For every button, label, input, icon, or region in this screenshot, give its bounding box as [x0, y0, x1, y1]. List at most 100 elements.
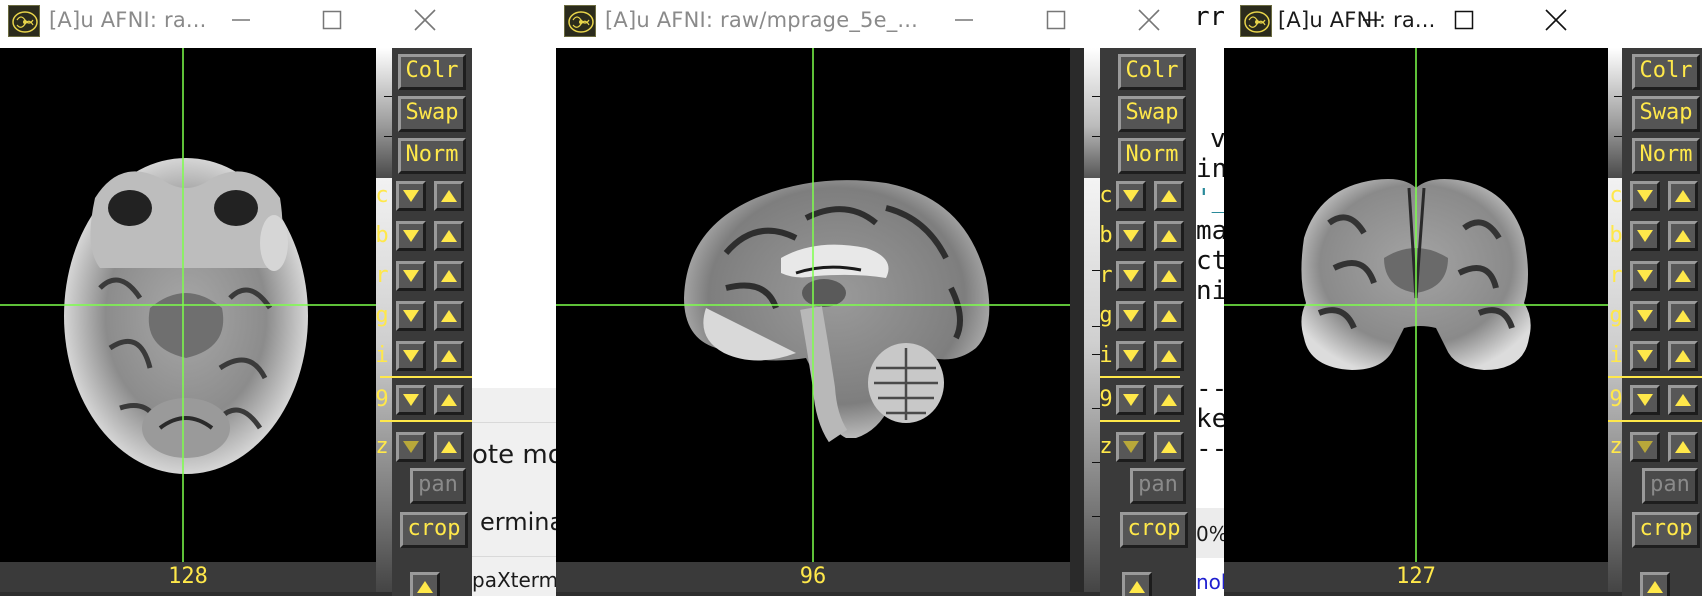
- rotate-up-button[interactable]: [434, 261, 464, 291]
- contrast-down-button[interactable]: [1116, 181, 1146, 211]
- extra-up-button[interactable]: [410, 572, 440, 596]
- brightness-down-button[interactable]: [396, 221, 426, 251]
- rotate-down-button[interactable]: [1630, 261, 1660, 291]
- crop-button[interactable]: crop: [400, 512, 468, 548]
- nine-up-button[interactable]: [1668, 385, 1698, 415]
- background-terminal: rr v in '_ ma ct ni -- ke -- 0% nob: [1196, 0, 1224, 596]
- index-down-button[interactable]: [1630, 341, 1660, 371]
- zoom-down-button[interactable]: [1630, 432, 1660, 462]
- extra-up-button[interactable]: [1122, 572, 1152, 596]
- minimize-button[interactable]: [935, 0, 993, 40]
- terminal-text: --: [1196, 374, 1224, 404]
- gamma-up-button[interactable]: [1668, 301, 1698, 331]
- coronal-brain-image[interactable]: [1224, 48, 1608, 562]
- maximize-button[interactable]: [1435, 0, 1493, 40]
- gamma-up-button[interactable]: [434, 301, 464, 331]
- colr-button[interactable]: Colr: [1118, 54, 1186, 90]
- minimize-button[interactable]: [1343, 0, 1401, 40]
- nine-up-button[interactable]: [434, 385, 464, 415]
- row-label-c: c: [375, 183, 389, 208]
- brightness-down-button[interactable]: [1116, 221, 1146, 251]
- swap-button[interactable]: Swap: [1118, 96, 1186, 132]
- zoom-down-button[interactable]: [1116, 432, 1146, 462]
- separator: [1100, 376, 1180, 378]
- contrast-down-button[interactable]: [1630, 181, 1660, 211]
- afni-brain-logo-icon[interactable]: [8, 5, 40, 37]
- index-up-button[interactable]: [1668, 341, 1698, 371]
- crop-button[interactable]: crop: [1632, 512, 1700, 548]
- terminal-text: ct: [1196, 246, 1224, 276]
- brightness-up-button[interactable]: [434, 221, 464, 251]
- brightness-up-button[interactable]: [1668, 221, 1698, 251]
- brightness-up-button[interactable]: [1154, 221, 1184, 251]
- rotate-down-button[interactable]: [396, 261, 426, 291]
- index-down-button[interactable]: [396, 341, 426, 371]
- afni-brain-logo-icon[interactable]: [1240, 5, 1272, 37]
- title-bar[interactable]: [A]u AFNI: ra...: [0, 0, 472, 48]
- colr-button[interactable]: Colr: [1632, 54, 1700, 90]
- rotate-up-button[interactable]: [1154, 261, 1184, 291]
- slice-index: 96: [556, 562, 1070, 592]
- row-label-i: i: [375, 343, 389, 368]
- norm-button[interactable]: Norm: [1118, 138, 1186, 174]
- pan-button[interactable]: pan: [1642, 468, 1698, 504]
- close-button[interactable]: [1120, 0, 1178, 40]
- contrast-up-button[interactable]: [1154, 181, 1184, 211]
- nine-down-button[interactable]: [1630, 385, 1660, 415]
- sagittal-brain-image[interactable]: [556, 48, 1070, 562]
- brightness-down-button[interactable]: [1630, 221, 1660, 251]
- arrow-down-icon: [1123, 441, 1139, 453]
- terminal-percent: 0%: [1196, 522, 1224, 546]
- contrast-up-button[interactable]: [1668, 181, 1698, 211]
- arrow-up-icon: [1161, 190, 1177, 202]
- maximize-button[interactable]: [303, 0, 361, 40]
- swap-button[interactable]: Swap: [398, 96, 466, 132]
- crop-button[interactable]: crop: [1120, 512, 1188, 548]
- extra-up-button[interactable]: [1640, 572, 1670, 596]
- zoom-up-button[interactable]: [1154, 432, 1184, 462]
- close-button[interactable]: [1527, 0, 1585, 40]
- row-label-i: i: [1099, 343, 1113, 368]
- swap-button[interactable]: Swap: [1632, 96, 1700, 132]
- arrow-down-icon: [403, 270, 419, 282]
- colr-button[interactable]: Colr: [398, 54, 466, 90]
- norm-button[interactable]: Norm: [398, 138, 466, 174]
- arrow-up-icon: [441, 441, 457, 453]
- terminal-text: ke: [1196, 404, 1224, 434]
- norm-button[interactable]: Norm: [1632, 138, 1700, 174]
- index-down-button[interactable]: [1116, 341, 1146, 371]
- title-bar[interactable]: [A]u AFNI: ra...: [1224, 0, 1702, 48]
- close-icon: [414, 9, 436, 31]
- axial-brain-image[interactable]: [0, 48, 376, 562]
- maximize-button[interactable]: [1027, 0, 1085, 40]
- index-up-button[interactable]: [434, 341, 464, 371]
- index-up-button[interactable]: [1154, 341, 1184, 371]
- afni-brain-logo-icon[interactable]: [564, 5, 596, 37]
- pan-button[interactable]: pan: [410, 468, 466, 504]
- zoom-down-button[interactable]: [396, 432, 426, 462]
- arrow-down-icon: [403, 230, 419, 242]
- slice-scrollbar[interactable]: [1070, 48, 1100, 592]
- gamma-up-button[interactable]: [1154, 301, 1184, 331]
- zoom-up-button[interactable]: [1668, 432, 1698, 462]
- rotate-up-button[interactable]: [1668, 261, 1698, 291]
- nine-down-button[interactable]: [1116, 385, 1146, 415]
- contrast-up-button[interactable]: [434, 181, 464, 211]
- minimize-button[interactable]: [212, 0, 270, 40]
- nine-down-button[interactable]: [396, 385, 426, 415]
- nine-up-button[interactable]: [1154, 385, 1184, 415]
- pan-button[interactable]: pan: [1130, 468, 1186, 504]
- gamma-down-button[interactable]: [1630, 301, 1660, 331]
- gamma-down-button[interactable]: [396, 301, 426, 331]
- terminal-link[interactable]: nob: [1196, 570, 1224, 594]
- arrow-up-icon: [441, 394, 457, 406]
- zoom-up-button[interactable]: [434, 432, 464, 462]
- close-button[interactable]: [396, 0, 454, 40]
- row-label-c: c: [1099, 183, 1113, 208]
- afni-client-area: 127 Colr Swap Norm c b r g i 9 z pan cro…: [1224, 48, 1702, 596]
- contrast-down-button[interactable]: [396, 181, 426, 211]
- minimize-icon: [232, 19, 250, 21]
- rotate-down-button[interactable]: [1116, 261, 1146, 291]
- title-bar[interactable]: [A]u AFNI: raw/mprage_5e_...: [556, 0, 1196, 48]
- gamma-down-button[interactable]: [1116, 301, 1146, 331]
